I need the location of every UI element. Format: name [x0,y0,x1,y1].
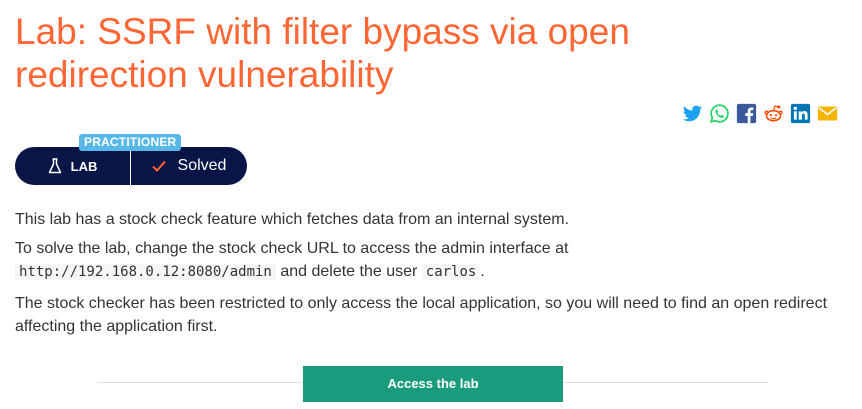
flask-icon [48,158,62,174]
difficulty-badge: PRACTITIONER [79,134,182,151]
lab-status-widget: PRACTITIONER LAB Solved [15,134,247,186]
email-icon[interactable] [817,103,838,124]
share-icons [682,103,838,124]
objective-text-2: and delete the user [275,263,422,280]
description-intro: This lab has a stock check feature which… [15,211,570,228]
objective-text: To solve the lab, change the stock check… [15,240,569,257]
lab-title: Lab: SSRF with filter bypass via open re… [15,11,630,95]
status-pill: LAB Solved [15,147,247,185]
target-user: carlos [421,264,481,280]
whatsapp-icon[interactable] [709,103,730,124]
linkedin-icon[interactable] [790,103,811,124]
lab-type: LAB [15,147,131,185]
admin-url: http://192.168.0.12:8080/admin [15,264,276,280]
solved-status: Solved [131,147,247,185]
objective-text-3: . [480,263,485,280]
twitter-icon[interactable] [682,103,703,124]
reddit-icon[interactable] [763,103,784,124]
status-label: Solved [177,157,227,174]
lab-description: This lab has a stock check feature which… [15,208,845,346]
facebook-icon[interactable] [736,103,757,124]
description-objective: To solve the lab, change the stock check… [15,237,845,284]
description-hint: The stock checker has been restricted to… [15,295,828,335]
check-icon [151,160,166,172]
access-lab-button[interactable]: Access the lab [303,366,563,402]
lab-type-label: LAB [70,158,98,174]
